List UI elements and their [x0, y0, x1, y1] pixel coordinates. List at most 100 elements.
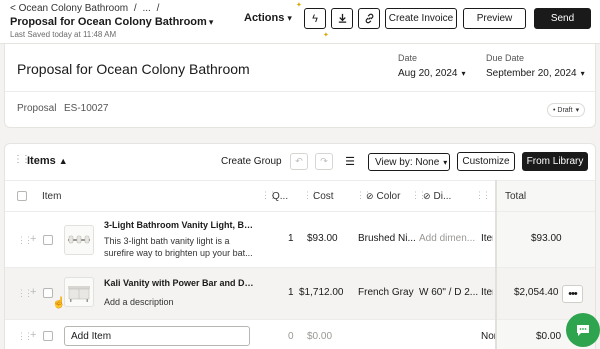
view-by-dropdown[interactable]: View by: None ▾ [368, 153, 450, 171]
due-date-picker[interactable]: September 20, 2024 ▾ [486, 68, 585, 79]
actions-label: Actions [244, 12, 285, 24]
add-row-cost[interactable]: $0.00 [307, 331, 332, 342]
column-header-qty[interactable]: Q... [272, 191, 288, 202]
row-drag-icon[interactable]: ⋮⋮ [17, 288, 33, 299]
status-text: • Draft [553, 106, 573, 114]
eye-hidden-icon: ⊘ [366, 191, 374, 201]
item-total: $93.00 [531, 233, 562, 244]
copy-link-button[interactable] [358, 8, 380, 29]
chat-icon [577, 325, 589, 336]
items-collapse-toggle[interactable]: Items ▲ [27, 155, 68, 167]
document-title-dropdown[interactable]: Proposal for Ocean Colony Bathroom ▾ [10, 16, 213, 28]
item-thumbnail[interactable] [64, 225, 94, 255]
item-description[interactable]: This 3-light bath vanity light is a sure… [104, 235, 256, 259]
chevron-down-icon: ▾ [443, 157, 448, 167]
proposal-header-card: Proposal for Ocean Colony Bathroom Date … [4, 44, 596, 128]
create-group-button[interactable]: Create Group [221, 156, 282, 167]
chevron-down-icon: ▾ [580, 69, 585, 78]
add-row-qty[interactable]: 0 [288, 331, 294, 342]
item-total: $2,054.40 [514, 287, 559, 298]
table-row[interactable]: ⋮⋮ + 3-Light Bathroom Vanity Light, Brus… [5, 213, 595, 268]
chevron-down-icon: ▾ [287, 13, 292, 23]
row-checkbox[interactable] [43, 331, 53, 341]
add-row-total: $0.00 [536, 331, 562, 342]
item-cost[interactable]: $1,712.00 [299, 287, 344, 298]
item-qty[interactable]: 1 [288, 287, 294, 298]
add-item-input[interactable]: Add Item [64, 326, 250, 346]
chat-button[interactable] [566, 313, 600, 347]
column-header-item[interactable]: Item [42, 191, 61, 202]
add-row-icon[interactable]: + [30, 329, 36, 341]
column-header-color[interactable]: ⊘ Color [366, 191, 400, 202]
item-unit[interactable]: Item [481, 233, 493, 244]
frozen-column-divider [495, 180, 497, 349]
link-icon [365, 13, 373, 24]
items-toolbar: ⋮⋮ Items ▲ Create Group ↶ ↷ ☰ View by: No… [5, 144, 595, 178]
hand-cursor-icon: ☝ [52, 297, 66, 309]
download-button[interactable] [331, 8, 353, 29]
date-label: Date [398, 53, 418, 63]
breadcrumb-separator: / [156, 3, 160, 14]
from-library-button[interactable]: From Library [522, 152, 588, 171]
proposal-title[interactable]: Proposal for Ocean Colony Bathroom [17, 61, 250, 77]
proposal-type-label: Proposal [17, 103, 57, 114]
table-row[interactable]: ⋮⋮ + Kali Vanity with Power Bar and Dra.… [5, 268, 595, 320]
breadcrumb-project-link[interactable]: < Ocean Colony Bathroom [10, 3, 128, 14]
view-by-value: View by: None [375, 156, 440, 168]
item-cost[interactable]: $93.00 [307, 233, 338, 244]
eye-hidden-icon: ⊘ [423, 191, 431, 201]
vanity-image [68, 286, 90, 302]
row-more-button[interactable]: ••• [562, 285, 583, 303]
item-unit[interactable]: Item [481, 287, 493, 298]
undo-button[interactable]: ↶ [290, 153, 308, 170]
item-color[interactable]: Brushed Ni... [358, 233, 416, 244]
row-drag-icon[interactable]: ⋮⋮ [17, 235, 33, 246]
chevron-up-icon: ▲ [58, 156, 68, 166]
breadcrumb-ellipsis[interactable]: ... [142, 3, 150, 14]
status-badge[interactable]: • Draft ▾ [547, 103, 586, 117]
vanity-light-image [68, 235, 90, 244]
column-header-total[interactable]: Total [505, 191, 526, 202]
item-description[interactable]: Add a description [104, 296, 256, 308]
sort-list-icon: ☰ [345, 156, 355, 168]
due-date-label: Due Date [486, 53, 525, 63]
item-name[interactable]: 3-Light Bathroom Vanity Light, Brus... [104, 220, 256, 230]
create-invoice-button[interactable]: Create Invoice [385, 8, 457, 29]
item-dimension[interactable]: W 60" / D 2... [419, 287, 478, 298]
add-row-unit[interactable]: Non [481, 331, 495, 342]
date-picker[interactable]: Aug 20, 2024 ▾ [398, 68, 466, 79]
send-button[interactable]: Send [534, 8, 591, 29]
document-title: Proposal for Ocean Colony Bathroom [10, 16, 207, 28]
chevron-down-icon: ▾ [575, 107, 580, 114]
breadcrumb-separator: / [133, 3, 137, 14]
item-dimension[interactable]: Add dimen... [419, 233, 475, 244]
top-bar: < Ocean Colony Bathroom / ... / Proposal… [0, 0, 600, 44]
row-drag-icon[interactable]: ⋮⋮ [17, 331, 33, 342]
add-row-icon[interactable]: + [30, 286, 36, 298]
add-item-row: ⋮⋮ + Add Item 0 $0.00 Non $0.00 [5, 320, 595, 349]
actions-menu[interactable]: Actions ▾ [244, 12, 292, 24]
lightning-button[interactable]: ϟ [304, 8, 326, 29]
item-color[interactable]: French Gray [358, 287, 414, 298]
column-drag-icon[interactable]: ⋮⋮ [475, 190, 491, 201]
row-checkbox[interactable] [43, 235, 53, 245]
select-all-checkbox[interactable] [17, 191, 27, 201]
item-thumbnail[interactable] [64, 277, 94, 307]
redo-icon: ↷ [320, 156, 328, 166]
divider [5, 91, 595, 92]
column-header-cost[interactable]: Cost [313, 191, 334, 202]
add-row-icon[interactable]: + [30, 233, 36, 245]
sort-button[interactable]: ☰ [341, 153, 359, 170]
preview-button[interactable]: Preview [463, 8, 526, 29]
customize-button[interactable]: Customize [457, 152, 515, 171]
sparkle-icon: ✦ [323, 32, 329, 39]
column-header-dimension-label: Di... [433, 191, 452, 202]
column-header-dimension[interactable]: ⊘ Di... [423, 191, 451, 202]
redo-button[interactable]: ↷ [315, 153, 333, 170]
items-title: Items [27, 155, 56, 167]
breadcrumb: < Ocean Colony Bathroom / ... / [10, 3, 162, 14]
item-qty[interactable]: 1 [288, 233, 294, 244]
chevron-down-icon: ▾ [461, 69, 466, 78]
item-name[interactable]: Kali Vanity with Power Bar and Dra... [104, 278, 256, 288]
undo-icon: ↶ [295, 156, 303, 166]
